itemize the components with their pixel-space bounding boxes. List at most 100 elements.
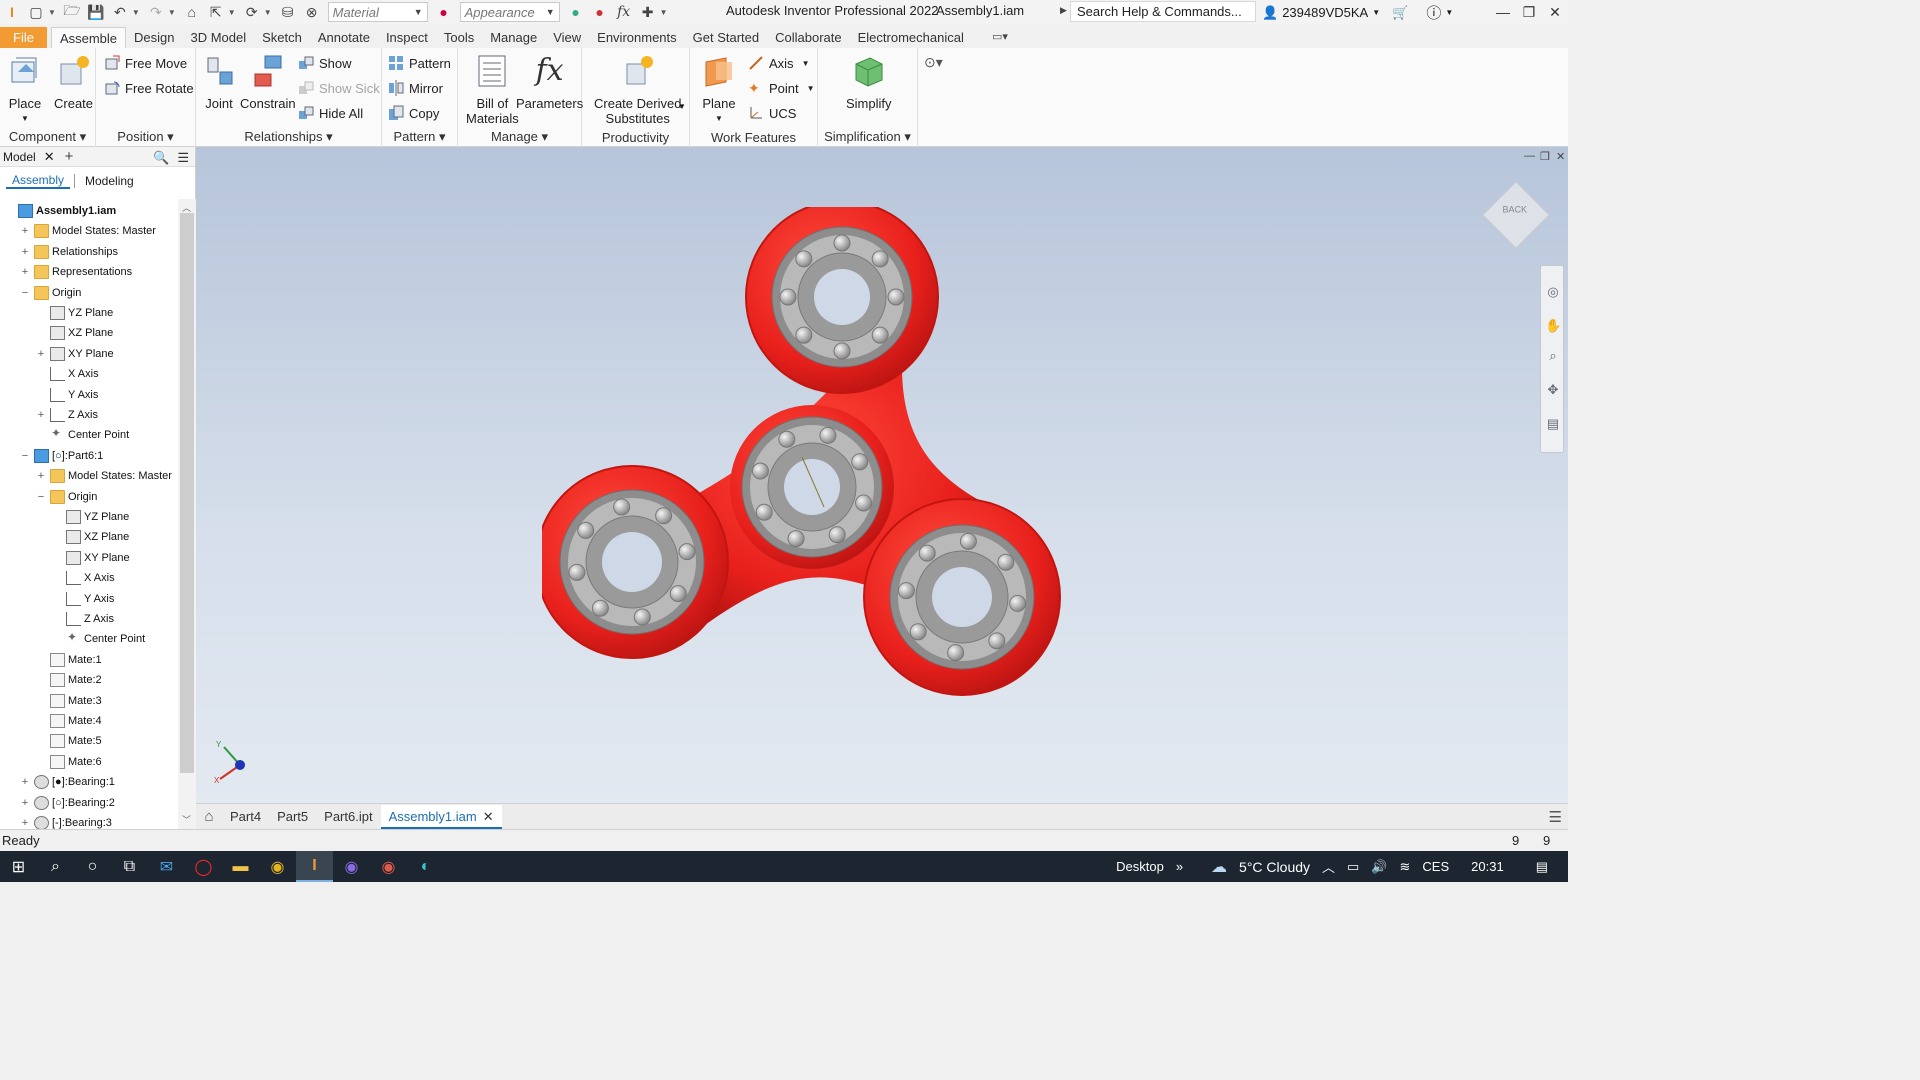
expand-icon[interactable]: + [36,348,46,360]
show-button[interactable]: Show [298,53,352,73]
tree-node[interactable]: Mate:6 [50,752,102,772]
cortana-icon[interactable]: ○ [74,851,111,882]
free-rotate-button[interactable]: Free Rotate [104,78,194,98]
undo-icon[interactable]: ↶ [110,2,130,22]
orbit-icon[interactable]: ✥ [1545,382,1561,398]
doc-tab-part6-ipt[interactable]: Part6.ipt [316,805,380,829]
close-icon[interactable]: ✕ [1542,0,1568,24]
home-icon[interactable]: ⌂ [182,2,202,22]
graphics-viewport[interactable]: — ❐ ✕ BACK ◎ ✋ ⌕ ✥ ▤ Y X [196,147,1568,803]
volume-icon[interactable]: 🔊 [1371,859,1387,875]
vp-restore-icon[interactable]: ❐ [1540,150,1550,163]
file-explorer-icon[interactable]: ▬ [222,851,259,882]
clear-appearance-icon[interactable]: ● [590,2,610,22]
look-at-icon[interactable]: ▤ [1545,416,1561,432]
tree-node[interactable]: Y Axis [50,385,98,405]
tree-node[interactable]: − Origin [22,283,81,303]
subtab-modeling[interactable]: Modeling [79,174,140,188]
expand-icon[interactable]: + [20,246,30,258]
chevron-down-icon[interactable]: ▼ [678,102,686,111]
scroll-down-icon[interactable]: ﹀ [182,813,191,826]
fx-icon[interactable]: fx [614,2,634,22]
tree-node[interactable]: + Representations [22,262,132,282]
tree-node[interactable]: X Axis [66,568,115,588]
subtab-assembly[interactable]: Assembly [6,173,71,189]
doc-tab-assembly1-iam[interactable]: Assembly1.iam ✕ [380,804,502,829]
vp-minimize-icon[interactable]: — [1524,150,1535,162]
project-icon[interactable]: ⛁ [278,2,298,22]
ucs-button[interactable]: UCS [748,103,796,123]
tree-node[interactable]: YZ Plane [66,507,129,527]
expand-icon[interactable]: + [20,266,30,278]
tree-node[interactable]: Mate:4 [50,711,102,731]
tree-node[interactable]: + Model States: Master [22,221,156,241]
expand-icon[interactable]: + [36,470,46,482]
joint-button[interactable]: Joint [202,54,236,111]
new-dropdown-icon[interactable]: ▼ [48,8,56,17]
customize-dropdown-icon[interactable]: ▼ [660,8,668,17]
ribbon-tab-electromechanical[interactable]: Electromechanical [850,27,972,48]
ribbon-display-toggle-icon[interactable]: ▭▾ [992,30,1008,43]
collapse-icon[interactable]: − [20,450,30,462]
plane-button[interactable]: Plane ▼ [702,54,736,126]
menu-icon[interactable]: ☰ [1549,808,1562,826]
close-icon[interactable]: ✕ [483,809,494,824]
edge-icon[interactable]: ◐ [407,851,444,882]
ribbon-tab-tools[interactable]: Tools [436,27,482,48]
create-button[interactable]: Create [54,54,93,111]
clock[interactable]: 20:31 [1471,859,1504,874]
menu-icon[interactable]: ☰ [177,150,189,166]
task-view-icon[interactable]: ⧉ [111,851,148,882]
ribbon-tab-design[interactable]: Design [126,27,182,48]
zoom-icon[interactable]: ⌕ [1545,348,1561,364]
tree-node[interactable]: + XY Plane [38,344,114,364]
tree-node[interactable]: XY Plane [66,548,130,568]
select-dropdown-icon[interactable]: ▼ [228,8,236,17]
chrome-alt-icon[interactable]: ◉ [370,851,407,882]
tree-node[interactable]: + Model States: Master [38,466,172,486]
redo-dropdown-icon[interactable]: ▼ [168,8,176,17]
pan-hand-icon[interactable]: ✋ [1545,318,1561,334]
viewcube[interactable]: BACK [1482,181,1550,249]
doc-tab-part4[interactable]: Part4 [222,805,269,829]
windows-start-icon[interactable]: ⊞ [0,851,37,882]
chrome-icon[interactable]: ◉ [259,851,296,882]
tree-node[interactable]: Mate:3 [50,691,102,711]
chrome-profile-icon[interactable]: ◉ [333,851,370,882]
cart-icon[interactable]: 🛒 [1392,5,1408,21]
desktop-toolbar[interactable]: Desktop [1116,859,1164,874]
free-move-button[interactable]: Free Move [104,53,187,73]
mirror-button[interactable]: Mirror [388,78,443,98]
opera-icon[interactable]: ◯ [185,851,222,882]
minimize-icon[interactable]: — [1490,0,1516,24]
tree-node[interactable]: Y Axis [66,589,114,609]
undo-dropdown-icon[interactable]: ▼ [132,8,140,17]
user-account[interactable]: 👤 239489VD5KA ▼ 🛒 ⓘ ▼ [1262,2,1453,23]
wifi-icon[interactable]: ≋ [1400,859,1411,875]
new-file-icon[interactable]: ▢ [26,2,46,22]
panel-relationships-label[interactable]: Relationships ▾ [196,129,381,145]
clear-override-icon[interactable]: ⊗ [302,2,322,22]
redo-icon[interactable]: ↷ [146,2,166,22]
help-dropdown-icon[interactable]: ▼ [1445,8,1453,17]
search-icon[interactable]: 🔍 [153,150,169,166]
search-icon[interactable]: ⌕ [37,851,74,882]
restore-icon[interactable]: ❐ [1516,0,1542,24]
vp-close-icon[interactable]: ✕ [1556,150,1565,163]
create-derived-substitutes-button[interactable]: Create Derived Substitutes [594,54,681,126]
hide-all-button[interactable]: Hide All [298,103,363,123]
panel-simplification-label[interactable]: Simplification ▾ [818,129,917,145]
toolbar-expand-icon[interactable]: » [1176,859,1183,874]
tree-node[interactable]: YZ Plane [50,303,113,323]
material-combo[interactable]: Material ▼ [327,2,428,22]
steering-wheel-icon[interactable]: ◎ [1545,284,1561,300]
place-button[interactable]: Place ▼ [8,54,42,126]
copy-button[interactable]: Copy [388,103,439,123]
scroll-thumb[interactable] [180,213,194,773]
panel-component-label[interactable]: Component ▾ [0,129,95,145]
tray-expand-icon[interactable]: ︿ [1322,857,1335,876]
close-icon[interactable]: ✕ [44,149,55,165]
parameters-button[interactable]: fx Parameters [516,54,583,112]
update-icon[interactable]: ⟳ [242,2,262,22]
ribbon-tab-collaborate[interactable]: Collaborate [767,27,850,48]
